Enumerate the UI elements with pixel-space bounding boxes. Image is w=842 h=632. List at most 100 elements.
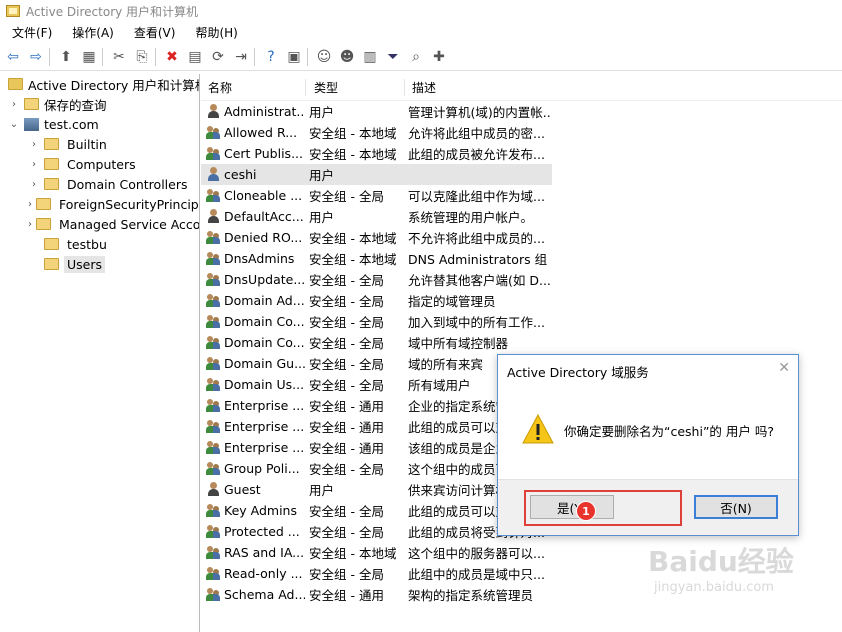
new-ou-icon[interactable]: ▥ bbox=[360, 47, 380, 67]
menu-file[interactable]: 文件(F) bbox=[0, 24, 60, 41]
list-item-desc: 不允许将此组中成员的... bbox=[408, 231, 545, 246]
tree-item-label: Domain Controllers bbox=[67, 176, 188, 192]
group-icon bbox=[206, 314, 221, 329]
folder-icon bbox=[36, 218, 51, 230]
list-item[interactable]: Read-only ... 安全组 - 全局 此组中的成员是域中只... bbox=[201, 563, 842, 584]
back-icon[interactable]: ⇦ bbox=[3, 47, 23, 67]
list-item[interactable]: Administrat... 用户 管理计算机(域)的内置帐... bbox=[201, 101, 842, 122]
list-item-name: Cloneable ... bbox=[224, 188, 303, 203]
tree-item-builtin[interactable]: › Builtin bbox=[0, 134, 199, 154]
object-list: 名称 类型 描述 Administrat... 用户 管理计算机(域)的内置帐...… bbox=[201, 74, 842, 632]
new-user-icon[interactable]: ☺ bbox=[314, 47, 334, 67]
properties-icon[interactable]: ▤ bbox=[185, 47, 205, 67]
list-item-type: 安全组 - 全局 bbox=[309, 273, 384, 288]
list-item[interactable]: RAS and IA... 安全组 - 本地域 这个组中的服务器可以... bbox=[201, 542, 842, 563]
tree-item-managed-service-accounts[interactable]: › Managed Service Accounts bbox=[0, 214, 199, 234]
list-item-name-cell: Domain Gu... bbox=[201, 356, 305, 371]
annotation-highlight bbox=[524, 490, 682, 526]
toolbar-separator bbox=[49, 48, 50, 66]
list-item-name: Guest bbox=[224, 482, 261, 497]
list-item[interactable]: Domain Co... 安全组 - 全局 域中所有域控制器 bbox=[201, 332, 842, 353]
confirm-delete-dialog: Active Directory 域服务 ✕ 你确定要删除名为“ceshi”的 … bbox=[497, 354, 799, 536]
chevron-right-icon[interactable]: › bbox=[28, 139, 40, 150]
column-header-type[interactable]: 类型 bbox=[306, 78, 405, 96]
list-item[interactable]: DefaultAcc... 用户 系统管理的用户帐户。 bbox=[201, 206, 842, 227]
tree-item-testbu[interactable]: testbu bbox=[0, 234, 199, 254]
list-item-name: Schema Ad... bbox=[224, 587, 305, 602]
show-tree-icon[interactable]: ▦ bbox=[79, 47, 99, 67]
chevron-right-icon[interactable]: › bbox=[28, 179, 40, 190]
tree-item-label: Computers bbox=[67, 156, 136, 172]
window-title: Active Directory 用户和计算机 bbox=[26, 4, 199, 19]
help-icon[interactable]: ? bbox=[261, 47, 281, 67]
app-icon bbox=[6, 5, 20, 17]
list-item-name-cell: Group Poli... bbox=[201, 461, 305, 476]
list-item-name-cell: Domain Ad... bbox=[201, 293, 305, 308]
list-item-type: 用户 bbox=[309, 168, 335, 183]
no-button[interactable]: 否(N) bbox=[694, 495, 778, 519]
dialog-title: Active Directory 域服务 bbox=[507, 365, 649, 380]
list-item-name-cell: Guest bbox=[201, 482, 305, 497]
list-item-type: 安全组 - 全局 bbox=[309, 567, 384, 582]
group-icon bbox=[206, 293, 221, 308]
chevron-right-icon[interactable]: › bbox=[28, 199, 32, 210]
user-icon bbox=[206, 482, 221, 497]
list-item-name: ceshi bbox=[224, 167, 257, 182]
list-item-desc: 允许将此组中成员的密... bbox=[408, 126, 545, 141]
list-item[interactable]: Domain Co... 安全组 - 全局 加入到域中的所有工作... bbox=[201, 311, 842, 332]
tree-domain[interactable]: ⌄ test.com bbox=[0, 114, 199, 134]
list-item-name-cell: Enterprise ... bbox=[201, 419, 305, 434]
tree-item-foreignsecurityprincipals[interactable]: › ForeignSecurityPrincipals bbox=[0, 194, 199, 214]
list-item-type: 安全组 - 全局 bbox=[309, 357, 384, 372]
tree-saved-queries[interactable]: › 保存的查询 bbox=[0, 94, 199, 114]
filter-icon[interactable]: ⏷ bbox=[383, 47, 403, 67]
forward-icon[interactable]: ⇨ bbox=[26, 47, 46, 67]
column-header-desc[interactable]: 描述 bbox=[405, 79, 562, 96]
tree-item-domain-controllers[interactable]: › Domain Controllers bbox=[0, 174, 199, 194]
new-group-icon[interactable]: ☻ bbox=[337, 47, 357, 67]
list-item-name-cell: DnsUpdate... bbox=[201, 272, 305, 287]
list-item-type: 安全组 - 全局 bbox=[309, 315, 384, 330]
find-icon[interactable]: ⌕ bbox=[406, 47, 426, 67]
list-item-type: 安全组 - 本地域 bbox=[309, 546, 397, 561]
list-item-name-cell: Enterprise ... bbox=[201, 398, 305, 413]
refresh-icon[interactable]: ⟳ bbox=[208, 47, 228, 67]
delete-icon[interactable]: ✖ bbox=[162, 47, 182, 67]
list-item-name: Domain Ad... bbox=[224, 293, 305, 308]
list-item[interactable]: DnsAdmins 安全组 - 本地域 DNS Administrators 组 bbox=[201, 248, 842, 269]
group-icon bbox=[206, 419, 221, 434]
cut-icon[interactable]: ✂ bbox=[109, 47, 129, 67]
list-item-name-cell: Domain Us... bbox=[201, 377, 305, 392]
list-item[interactable]: Cloneable ... 安全组 - 全局 可以克隆此组中作为域... bbox=[201, 185, 842, 206]
menu-action[interactable]: 操作(A) bbox=[60, 24, 122, 41]
group-icon bbox=[206, 545, 221, 560]
chevron-right-icon[interactable]: › bbox=[28, 219, 32, 230]
list-item-type: 安全组 - 本地域 bbox=[309, 126, 397, 141]
list-item[interactable]: Domain Ad... 安全组 - 全局 指定的域管理员 bbox=[201, 290, 842, 311]
copy-icon[interactable]: ⎘ bbox=[132, 47, 152, 67]
list-item[interactable]: Cert Publis... 安全组 - 本地域 此组的成员被允许发布... bbox=[201, 143, 842, 164]
list-item-type: 用户 bbox=[309, 210, 335, 225]
up-icon[interactable]: ⬆ bbox=[56, 47, 76, 67]
chevron-right-icon[interactable]: › bbox=[28, 159, 40, 170]
chevron-down-icon[interactable]: ⌄ bbox=[8, 119, 20, 130]
list-item[interactable]: ceshi 用户 bbox=[201, 164, 552, 185]
menu-help[interactable]: 帮助(H) bbox=[183, 24, 245, 41]
chevron-right-icon[interactable]: › bbox=[8, 99, 20, 110]
add-to-group-icon[interactable]: ✚ bbox=[429, 47, 449, 67]
list-item[interactable]: Denied RO... 安全组 - 本地域 不允许将此组中成员的... bbox=[201, 227, 842, 248]
list-item[interactable]: DnsUpdate... 安全组 - 全局 允许替其他客户端(如 D... bbox=[201, 269, 842, 290]
tree-item-computers[interactable]: › Computers bbox=[0, 154, 199, 174]
list-item[interactable]: Allowed R... 安全组 - 本地域 允许将此组中成员的密... bbox=[201, 122, 842, 143]
export-icon[interactable]: ⇥ bbox=[231, 47, 251, 67]
list-item-desc: 架构的指定系统管理员 bbox=[408, 588, 534, 603]
list-item-desc: 加入到域中的所有工作... bbox=[408, 315, 545, 330]
user-icon bbox=[206, 104, 221, 119]
menu-view[interactable]: 查看(V) bbox=[122, 24, 184, 41]
list-item[interactable]: Schema Ad... 安全组 - 通用 架构的指定系统管理员 bbox=[201, 584, 842, 605]
tree-item-users[interactable]: Users bbox=[0, 254, 199, 274]
console-icon[interactable]: ▣ bbox=[284, 47, 304, 67]
tree-root[interactable]: Active Directory 用户和计算机 bbox=[0, 74, 199, 94]
close-icon[interactable]: ✕ bbox=[778, 360, 790, 376]
column-header-name[interactable]: 名称 bbox=[201, 78, 306, 96]
